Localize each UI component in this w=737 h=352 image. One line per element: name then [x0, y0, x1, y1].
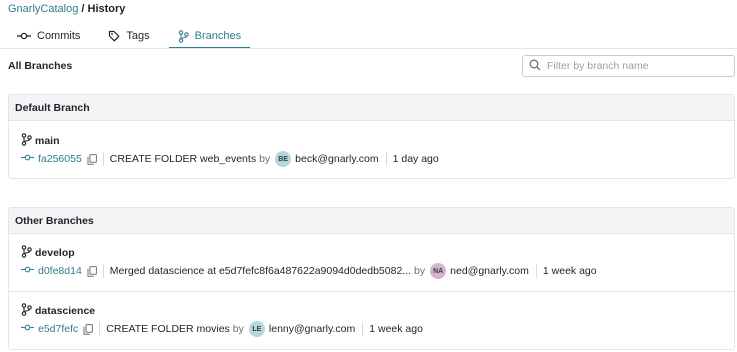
divider	[362, 322, 364, 336]
breadcrumb-current-page: History	[87, 3, 126, 15]
commit-date: 1 day ago	[392, 153, 439, 165]
commit-icon	[21, 265, 34, 277]
branch-icon	[21, 245, 32, 261]
commit-sha-link[interactable]: e5d7fefc	[38, 323, 78, 335]
avatar: NA	[430, 263, 447, 279]
commit-message: Merged datascience at e5d7fefc8f6a487622…	[109, 265, 412, 277]
default-branch-header: Default Branch	[9, 95, 734, 121]
author-email: beck@gnarly.com	[295, 153, 379, 165]
by-label: by	[232, 323, 244, 335]
copy-icon[interactable]	[87, 153, 97, 165]
copy-icon[interactable]	[83, 323, 94, 335]
search-icon	[529, 59, 541, 74]
divider	[535, 264, 537, 278]
commit-date: 1 week ago	[542, 265, 597, 277]
commit-summary-develop: d0fe8d14 Merged datascience at e5d7fefc8…	[21, 263, 597, 279]
breadcrumb-repo-link[interactable]: GnarlyCatalog	[8, 3, 78, 15]
commit-message: CREATE FOLDER movies	[106, 323, 230, 335]
branch-label: develop	[35, 247, 75, 259]
avatar: BE	[275, 151, 292, 167]
section-title: All Branches	[8, 60, 73, 72]
tab-tags[interactable]: Tags	[99, 25, 158, 49]
divider	[99, 322, 101, 336]
branch-icon	[178, 29, 189, 43]
branch-name-main[interactable]: main	[21, 133, 60, 149]
divider	[102, 152, 104, 166]
breadcrumb-separator: /	[81, 3, 85, 15]
other-branches-panel: Other Branches develop d0fe8d14 Merged d…	[8, 207, 735, 350]
commit-sha-link[interactable]: fa256055	[38, 153, 82, 165]
author-email: ned@gnarly.com	[450, 265, 529, 277]
branch-label: datascience	[35, 305, 96, 317]
branch-name-datascience[interactable]: datascience	[21, 303, 95, 319]
commit-summary-main: fa256055 CREATE FOLDER web_events by BE …	[21, 151, 439, 167]
tab-commits[interactable]: Commits	[8, 25, 89, 49]
commit-icon	[21, 323, 34, 335]
branch-icon	[21, 133, 32, 149]
branch-row-develop: develop d0fe8d14 Merged datascience at e…	[9, 234, 734, 292]
by-label: by	[414, 265, 426, 277]
author-email: lenny@gnarly.com	[268, 323, 356, 335]
divider	[102, 264, 104, 278]
history-tabs: Commits Tags Branches	[8, 25, 260, 49]
branch-row-main: main fa256055 CREATE FOLDER web_events b…	[9, 121, 734, 178]
tab-commits-label: Commits	[37, 30, 81, 42]
commit-sha-link[interactable]: d0fe8d14	[38, 265, 82, 277]
avatar: LE	[248, 321, 265, 337]
copy-icon[interactable]	[87, 265, 97, 277]
default-branch-panel: Default Branch main fa256055 CREATE FOLD…	[8, 94, 735, 179]
commit-date: 1 week ago	[369, 323, 423, 335]
branch-icon	[21, 303, 32, 319]
commit-icon	[21, 153, 34, 165]
other-branches-header: Other Branches	[9, 208, 734, 234]
branch-label: main	[35, 135, 60, 147]
tab-branches[interactable]: Branches	[168, 25, 251, 49]
branch-filter-input[interactable]	[547, 60, 727, 72]
commit-summary-datascience: e5d7fefc CREATE FOLDER movies by LE lenn…	[21, 321, 423, 337]
branch-name-develop[interactable]: develop	[21, 245, 75, 261]
commit-icon	[17, 31, 31, 41]
divider	[385, 152, 387, 166]
tab-tags-label: Tags	[126, 30, 150, 42]
tag-icon	[108, 30, 120, 42]
breadcrumb: GnarlyCatalog / History	[8, 3, 125, 15]
branch-row-datascience: datascience e5d7fefc CREATE FOLDER movie…	[9, 292, 734, 348]
tabs-divider	[0, 48, 737, 49]
commit-message: CREATE FOLDER web_events	[109, 153, 257, 165]
branch-filter[interactable]	[522, 55, 735, 77]
tab-branches-label: Branches	[194, 30, 242, 42]
by-label: by	[259, 153, 271, 165]
